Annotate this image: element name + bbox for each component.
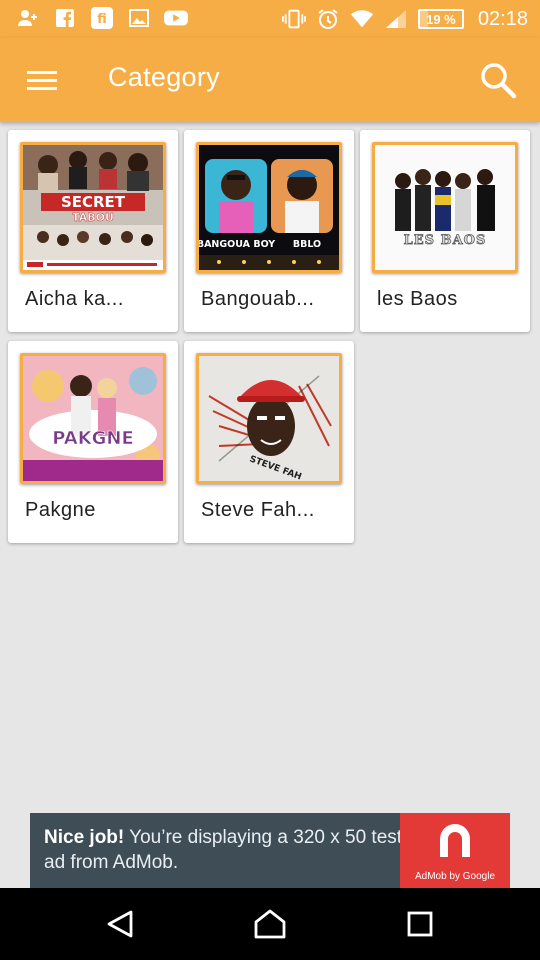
category-label: Steve Fah...: [201, 499, 315, 521]
recents-button[interactable]: [396, 902, 444, 946]
status-bar: fi 19 % 02:18: [0, 0, 540, 38]
search-icon: [481, 63, 517, 99]
category-thumbnail: BANGOUA BOY BBLO: [196, 142, 342, 273]
status-time: 02:18: [477, 7, 528, 30]
menu-button[interactable]: [18, 56, 66, 104]
admob-icon: [440, 824, 470, 857]
category-card-pakgne[interactable]: PAKGNE Pakgne: [8, 341, 178, 543]
battery-icon: 19 %: [417, 9, 464, 29]
artist-left-text: BANGOUA BOY: [199, 239, 275, 250]
bangoua-boy-poster-image: BANGOUA BOY BBLO: [199, 145, 339, 270]
facebook-icon: [53, 6, 77, 30]
category-thumbnail: PAKGNE: [20, 353, 166, 484]
category-label: Pakgne: [25, 499, 96, 521]
battery-indicator: 19 %: [417, 7, 464, 31]
admob-logo: AdMob by Google: [400, 813, 510, 888]
home-icon: [254, 909, 286, 939]
les-baos-group-image: LES BAOS: [375, 145, 515, 270]
search-button[interactable]: [474, 56, 522, 104]
recents-square-icon: [407, 911, 433, 937]
category-card-bangouaboy[interactable]: BANGOUA BOY BBLO Bangouab...: [184, 130, 354, 332]
youtube-icon: [164, 6, 188, 30]
page-title: Category: [108, 62, 220, 92]
svg-text:fi: fi: [97, 12, 107, 27]
category-card-steve-fah[interactable]: STEVE FAH Steve Fah...: [184, 341, 354, 543]
home-button[interactable]: [246, 902, 294, 946]
category-thumbnail: SECRET TABOU: [20, 142, 166, 273]
vibrate-icon: [281, 7, 306, 31]
admob-test-banner[interactable]: Nice job! You’re displaying a 320 x 50 t…: [30, 813, 510, 888]
hamburger-menu-icon: [27, 71, 57, 90]
poster-title-text: SECRET: [61, 193, 126, 211]
category-label: les Baos: [377, 288, 458, 310]
admob-brand-label: AdMob by Google: [414, 871, 496, 882]
category-thumbnail: STEVE FAH: [196, 353, 342, 484]
secret-tabou-poster-image: SECRET TABOU: [23, 145, 163, 270]
group-name-text: LES BAOS: [404, 233, 487, 248]
add-contact-icon: [16, 6, 40, 30]
poster-title-text: PAKGNE: [52, 428, 134, 449]
notification-icons: fi: [16, 6, 188, 30]
artist-right-text: BBLO: [293, 239, 321, 250]
category-label: Aicha ka...: [25, 288, 124, 310]
ad-headline: Nice job!: [44, 827, 125, 848]
signal-icon: [384, 7, 408, 31]
ad-message: Nice job! You’re displaying a 320 x 50 t…: [44, 825, 404, 875]
category-thumbnail: LES BAOS: [372, 142, 518, 273]
image-icon: [127, 6, 151, 30]
pakgne-poster-image: PAKGNE: [23, 356, 163, 481]
category-card-les-baos[interactable]: LES BAOS les Baos: [360, 130, 530, 332]
navigation-bar: [0, 888, 540, 960]
system-icons: 19 % 02:18: [281, 4, 528, 34]
category-card-aicha[interactable]: SECRET TABOU Aicha ka...: [8, 130, 178, 332]
wifi-icon: [350, 7, 374, 31]
poster-subtitle-text: TABOU: [72, 211, 114, 224]
fi-app-icon: fi: [90, 6, 114, 30]
back-button[interactable]: [96, 902, 144, 946]
battery-level: 19 %: [426, 11, 456, 27]
steve-fah-portrait-image: STEVE FAH: [199, 356, 339, 481]
category-label: Bangouab...: [201, 288, 315, 310]
app-bar: Category: [0, 38, 540, 122]
alarm-icon: [316, 7, 340, 31]
back-triangle-icon: [107, 910, 133, 938]
